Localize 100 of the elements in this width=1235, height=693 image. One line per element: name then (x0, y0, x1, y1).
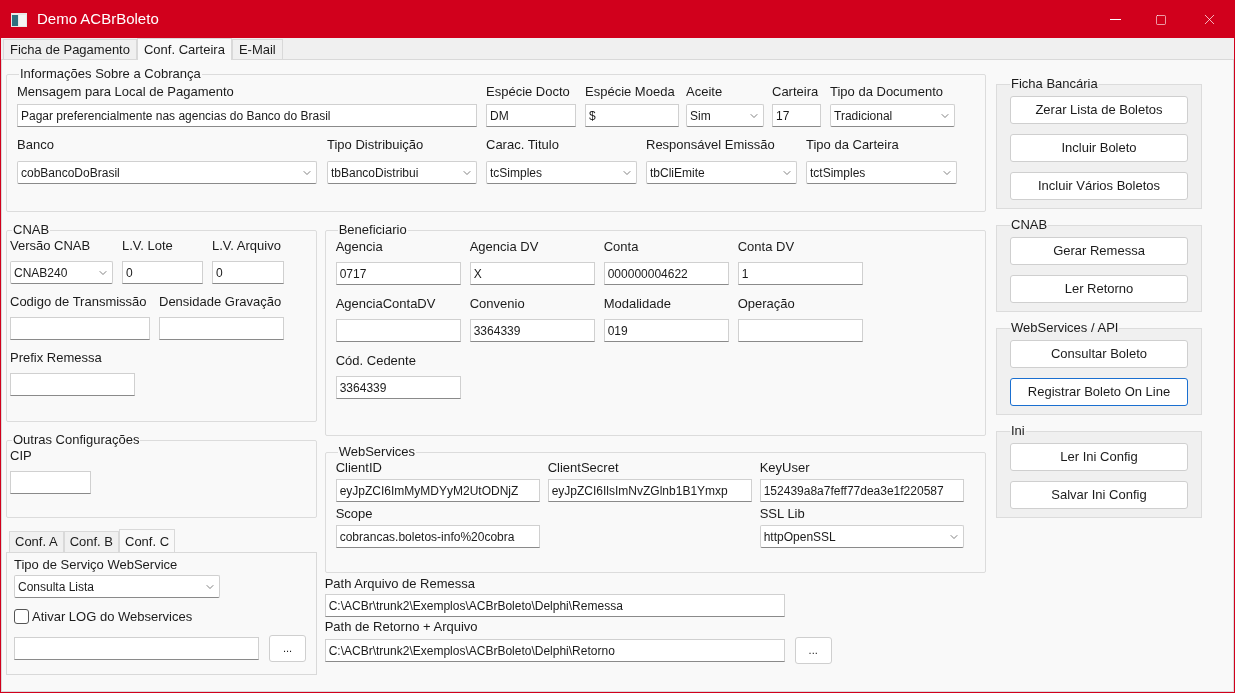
action-button[interactable]: Ler Retorno (1010, 275, 1188, 303)
app-icon (11, 12, 27, 27)
input-field[interactable]: eyJpZCI6ImMyMDYyM2UtODNjZ (335, 479, 540, 502)
input-field[interactable]: C:\ACBr\trunk2\Exemplos\ACBrBoleto\Delphi\Remessa (324, 594, 785, 617)
dropdown[interactable]: tbBancoDistribui (327, 161, 477, 184)
checkbox[interactable] (14, 609, 29, 625)
field-label: Espécie Docto (486, 84, 571, 100)
input-field[interactable]: cobrancas.boletos-info%20cobra (335, 525, 540, 548)
field-label: CIP (10, 448, 33, 464)
input-field[interactable]: 3364339 (469, 319, 595, 342)
input-field[interactable]: 1 (737, 262, 863, 285)
field-label: Modalidade (603, 296, 672, 312)
input-field[interactable]: C:\ACBr\trunk2\Exemplos\ACBrBoleto\Delphi\Retorno (324, 639, 785, 662)
input-field[interactable]: DM (486, 104, 576, 127)
input-field[interactable]: 000000004622 (603, 262, 729, 285)
input-field[interactable] (10, 317, 150, 340)
field-label: Path Arquivo de Remessa (324, 576, 476, 592)
input-field[interactable]: $ (585, 104, 679, 127)
group-title: Outras Configurações (12, 432, 141, 448)
input-field[interactable] (14, 636, 259, 660)
field-label: Agencia DV (469, 239, 540, 255)
input-field[interactable]: eyJpZCI6IlsImNvZGlnb1B1Ymxp (547, 479, 752, 502)
field-label: Espécie Moeda (585, 84, 676, 100)
group-title: Informações Sobre a Cobrança (19, 66, 202, 82)
dropdown[interactable]: Tradicional (830, 104, 955, 127)
action-button[interactable]: Salvar Ini Config (1010, 481, 1188, 509)
input-field[interactable]: 0 (122, 261, 203, 284)
group-title: WebServices / API (1010, 320, 1120, 336)
tab[interactable]: Conf. A (9, 531, 64, 552)
group-title: Ini (1010, 423, 1026, 439)
tab[interactable]: E-Mail (231, 39, 283, 59)
input-field[interactable] (335, 319, 461, 342)
input-field[interactable]: 019 (603, 319, 729, 342)
action-button[interactable]: Consultar Boleto (1010, 340, 1188, 368)
action-button[interactable]: Zerar Lista de Boletos (1010, 96, 1188, 124)
field-label: Scope (335, 506, 374, 522)
checkbox-label: Ativar LOG do Webservices (32, 608, 193, 626)
field-label: Aceite (686, 84, 724, 100)
input-field[interactable]: 17 (772, 104, 821, 127)
input-field[interactable]: Pagar preferencialmente nas agencias do Banco do Brasil (17, 104, 477, 127)
action-button[interactable]: Ler Ini Config (1010, 443, 1188, 471)
field-label: Responsável Emissão (646, 137, 776, 153)
input-field[interactable]: 3364339 (335, 376, 461, 399)
group-title: CNAB (12, 222, 51, 238)
browse-button[interactable]: ... (269, 634, 306, 662)
dropdown[interactable]: CNAB240 (10, 261, 113, 284)
field-label: L.V. Lote (122, 238, 174, 254)
field-label: KeyUser (759, 460, 811, 476)
field-label: L.V. Arquivo (212, 238, 282, 254)
dropdown[interactable]: Sim (686, 104, 764, 127)
field-label: Convenio (469, 296, 526, 312)
action-button[interactable]: Incluir Vários Boletos (1010, 172, 1188, 200)
field-label: Conta (603, 239, 640, 255)
minimize-icon (1109, 19, 1121, 20)
field-label: Prefix Remessa (10, 350, 103, 366)
field-label: Tipo de Serviço WebService (14, 557, 179, 573)
dropdown[interactable]: tctSimples (806, 161, 957, 184)
input-field[interactable]: 0717 (335, 262, 461, 285)
dropdown[interactable]: httpOpenSSL (759, 525, 964, 548)
field-label: Tipo Distribuição (327, 137, 425, 153)
input-field[interactable] (10, 471, 91, 494)
field-label: Carteira (772, 84, 820, 100)
tab[interactable]: Conf. B (63, 531, 119, 552)
group-title: Ficha Bancária (1010, 76, 1099, 92)
input-field[interactable] (737, 319, 863, 342)
group-title: Beneficiario (337, 222, 408, 238)
field-label: Conta DV (737, 239, 796, 255)
input-field[interactable] (159, 317, 284, 340)
field-label: Mensagem para Local de Pagamento (17, 84, 235, 100)
dropdown[interactable]: tcSimples (486, 161, 637, 184)
field-label: Path de Retorno + Arquivo (324, 619, 479, 635)
tab[interactable]: Conf. C (119, 529, 176, 553)
action-button[interactable]: Gerar Remessa (1010, 237, 1188, 265)
tab[interactable]: Conf. Carteira (136, 38, 232, 60)
group-title: WebServices (337, 444, 417, 460)
action-button[interactable]: Registrar Boleto On Line (1010, 378, 1188, 406)
input-field[interactable] (10, 373, 135, 396)
dropdown[interactable]: tbCliEmite (646, 161, 797, 184)
input-field[interactable]: X (469, 262, 595, 285)
field-label: ClientID (335, 460, 383, 476)
dropdown[interactable]: cobBancoDoBrasil (17, 161, 317, 184)
field-label: Agencia (335, 239, 384, 255)
tab[interactable]: Ficha de Pagamento (3, 39, 137, 59)
dropdown[interactable]: Consulta Lista (14, 575, 220, 598)
action-button[interactable]: Incluir Boleto (1010, 134, 1188, 162)
field-label: Versão CNAB (10, 238, 92, 254)
input-field[interactable]: 152439a8a7feff77dea3e1f220587 (759, 479, 964, 502)
field-label: Codigo de Transmissão (10, 294, 148, 310)
field-label: Banco (17, 137, 55, 153)
browse-button[interactable]: ... (794, 637, 832, 664)
window-title: Demo ACBrBoleto (37, 9, 159, 30)
field-label: SSL Lib (759, 506, 806, 522)
field-label: Operação (737, 296, 796, 312)
maximize-icon (1155, 13, 1167, 26)
group-title: CNAB (1010, 217, 1049, 233)
input-field[interactable]: 0 (212, 261, 284, 284)
field-label: Carac. Titulo (486, 137, 560, 153)
field-label: ClientSecret (547, 460, 620, 476)
field-label: Cód. Cedente (335, 353, 417, 369)
field-label: AgenciaContaDV (335, 296, 437, 312)
